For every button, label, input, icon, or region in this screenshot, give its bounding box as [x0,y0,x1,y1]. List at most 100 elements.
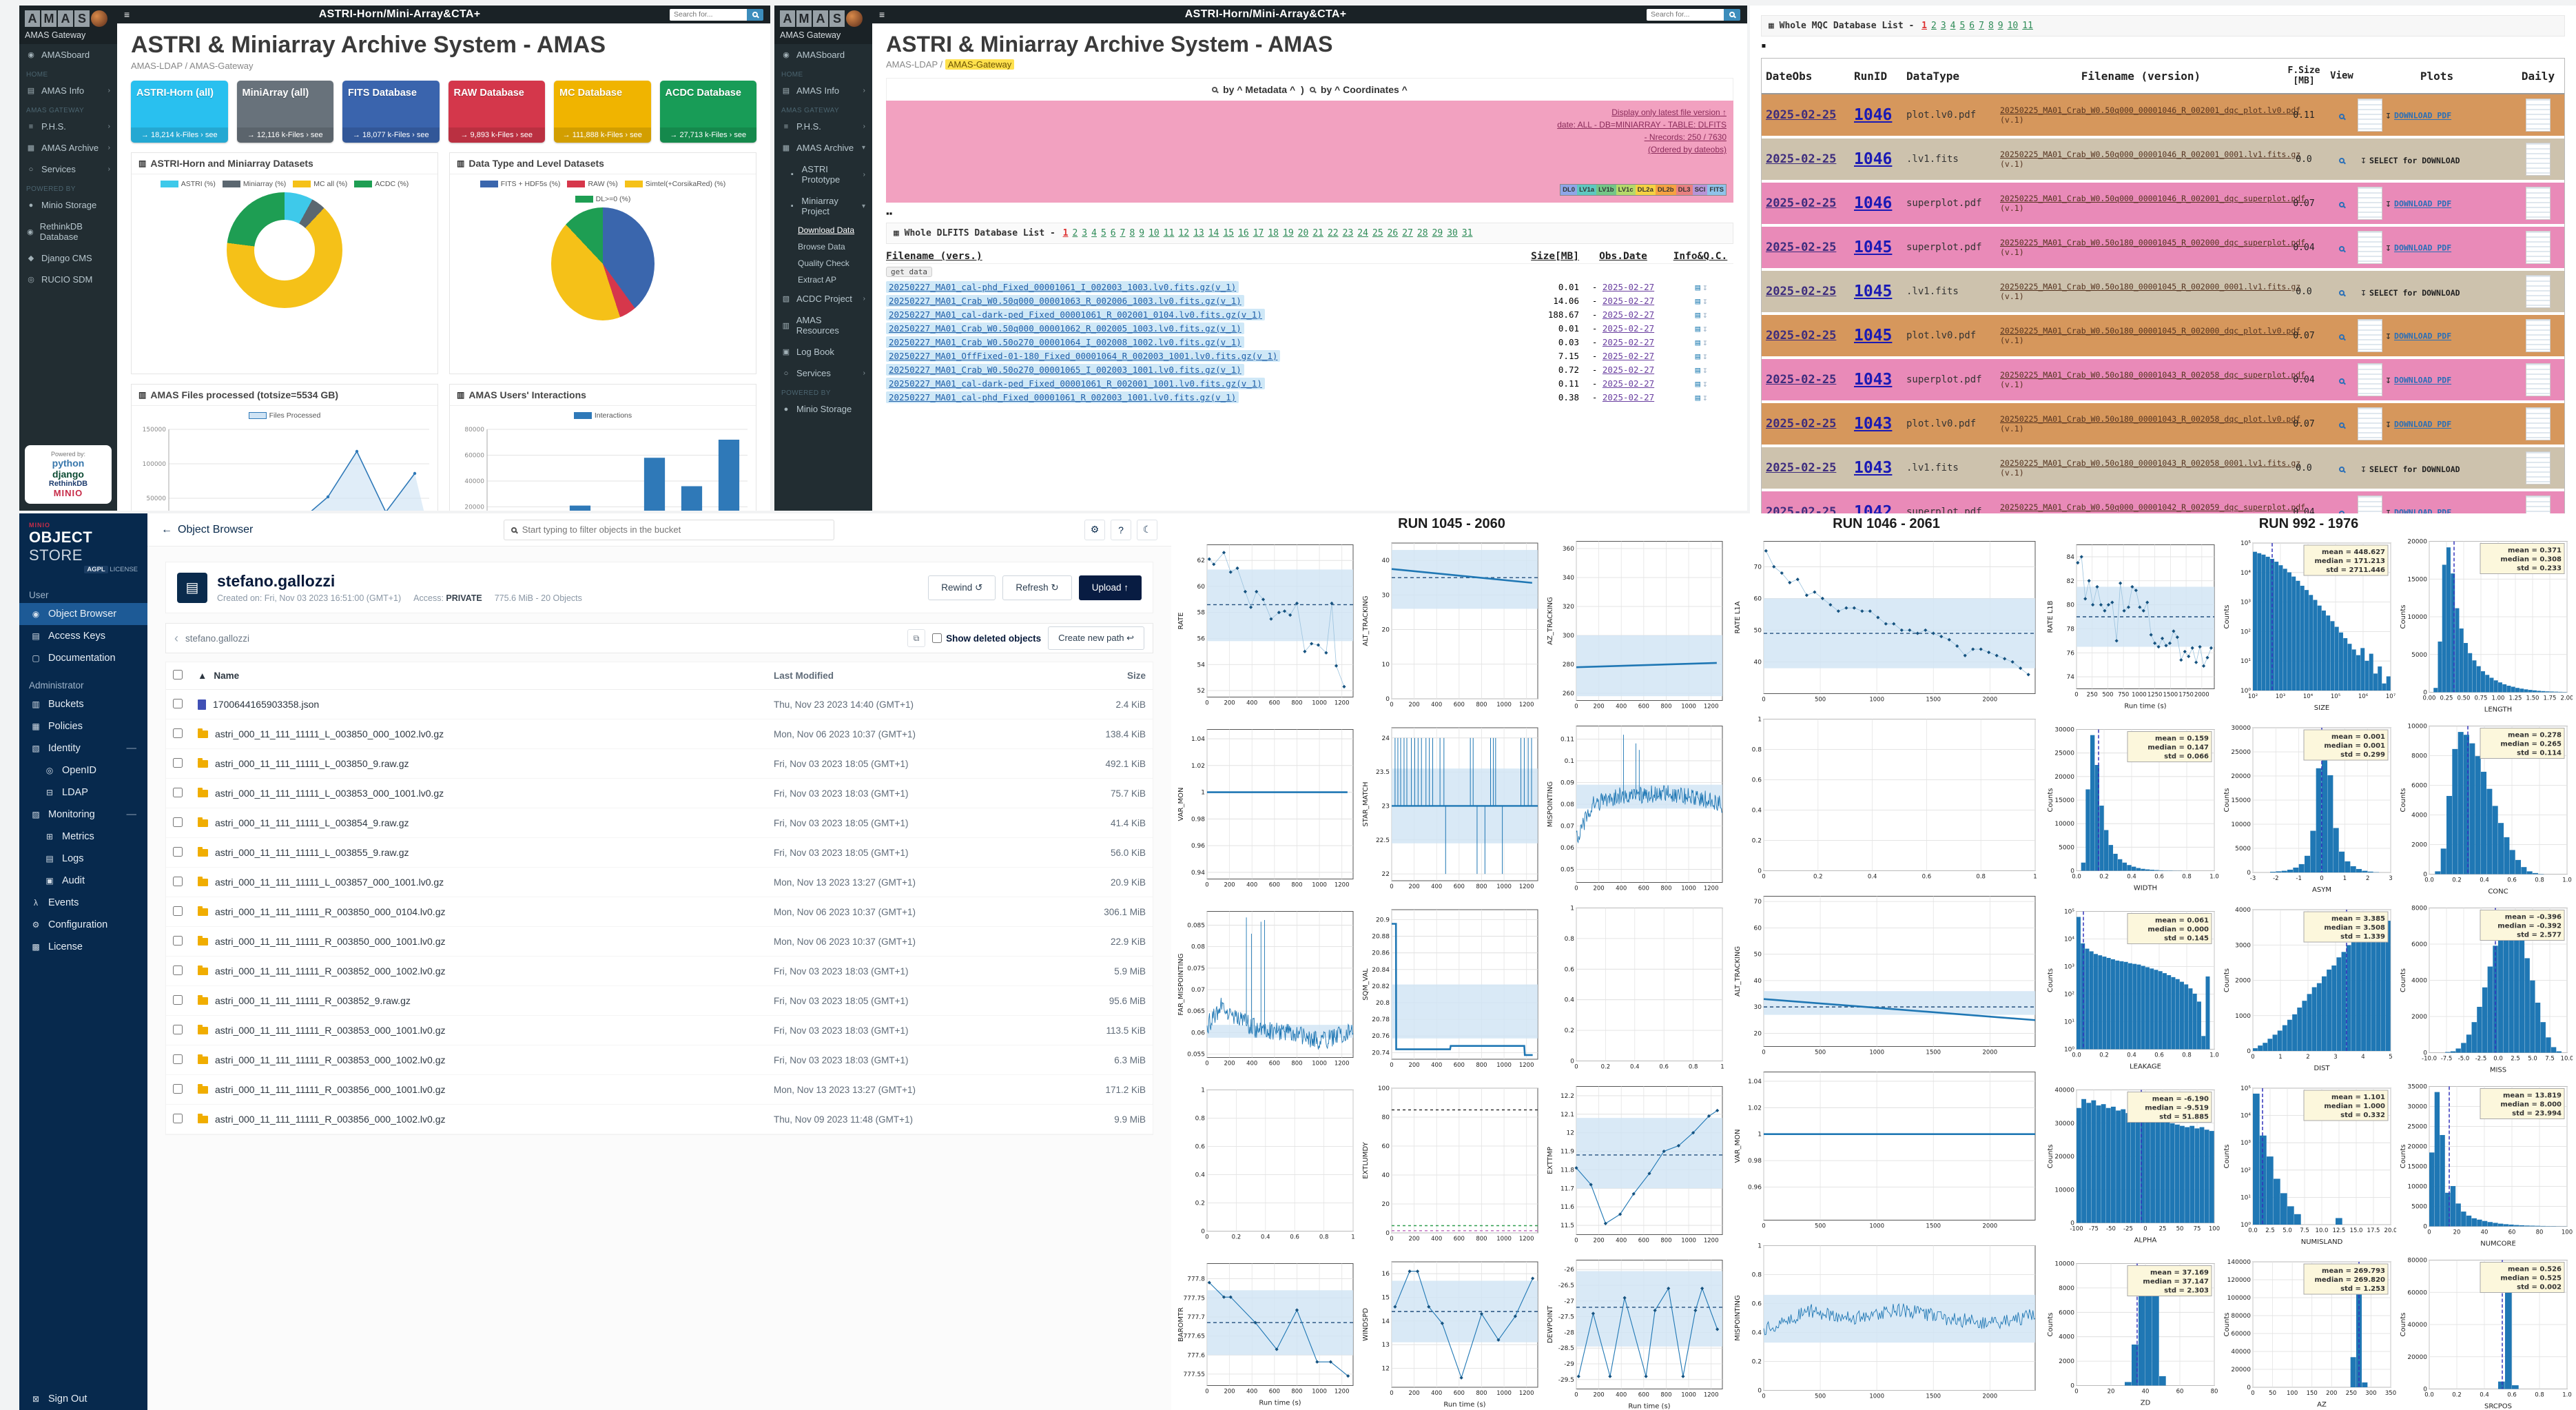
filename-link[interactable]: 20250225_MA01_Crab_W0.50q000_00001046_R_… [2000,105,2300,115]
download-icon[interactable]: ↧ [2385,109,2391,121]
view-magnifier-icon[interactable] [2339,334,2345,340]
filename-link[interactable]: 20250225_MA01_Crab_W0.50o180_00001043_R_… [2000,414,2300,424]
page-link-14[interactable]: 14 [1208,228,1219,238]
runid-link[interactable]: 1043 [1854,459,1906,477]
page-link-16[interactable]: 16 [1238,228,1249,238]
obs-date-link[interactable]: 2025-02-27 [1603,282,1654,292]
object-name[interactable]: astri_000_11_111_11111_L_003850_9.raw.gz [215,758,409,769]
sidebar-item-rucio-sdm[interactable]: ◎RUCIO SDM [19,269,117,290]
darkmode-icon-button[interactable]: ☾ [1137,520,1157,540]
rewind-button[interactable]: Rewind ↺ [928,575,996,600]
back-arrow-icon[interactable]: ← [161,524,172,536]
plot-thumbnail[interactable] [2358,231,2382,264]
navbar-search-button[interactable] [747,9,763,21]
dateobs-link[interactable]: 2025-02-25 [1766,241,1854,254]
db-button-files[interactable]: → 111,888 k-Files › see [554,127,651,143]
search-by-coordinates[interactable]: by ^ Coordinates ^ [1321,84,1408,95]
daily-thumbnail[interactable] [2526,99,2551,132]
filename-link[interactable]: 20250227_MA01_Crab_W0.50o270_00001064_I_… [886,336,1244,348]
navbar-search-input[interactable] [670,9,747,21]
select-for-download[interactable]: SELECT for DOWNLOAD [2369,156,2460,165]
object-row[interactable]: 1700644165903358.jsonThu, Nov 23 2023 14… [166,690,1153,719]
row-checkbox[interactable] [173,906,183,916]
page-link-11[interactable]: 11 [2022,21,2033,31]
object-row[interactable]: astri_000_11_111_11111_R_003850_000_0104… [166,897,1153,927]
legend-entry[interactable]: DL>=0 (%) [575,195,631,203]
object-row[interactable]: astri_000_11_111_11111_R_003850_000_1001… [166,927,1153,957]
sidebar-subitem-browse-data[interactable]: Browse Data [774,238,872,255]
obs-date-link[interactable]: 2025-02-27 [1603,351,1654,361]
legend-entry[interactable]: RAW (%) [567,180,617,188]
col-filename[interactable]: Filename (vers.) [886,251,1516,262]
breadcrumb-leaf[interactable]: AMAS-Gateway [189,61,253,71]
object-name[interactable]: astri_000_11_111_11111_R_003850_000_0104… [215,906,445,917]
col-modified[interactable]: Last Modified [774,671,1070,681]
row-checkbox[interactable] [173,847,183,857]
datalevel-badge-sci[interactable]: SCI [1693,185,1708,195]
page-link-27[interactable]: 27 [1402,228,1413,238]
row-checkbox[interactable] [173,758,183,768]
minio-item-audit[interactable]: ▣Audit [19,870,147,892]
breadcrumb-root[interactable]: AMAS-LDAP [131,61,183,71]
page-link-5[interactable]: 5 [1959,21,1965,31]
download-pdf-link[interactable]: DOWNLOAD PDF [2394,508,2451,514]
page-link-4[interactable]: 4 [1091,228,1097,238]
page-link-6[interactable]: 6 [1969,21,1975,31]
object-row[interactable]: astri_000_11_111_11111_L_003854_9.raw.gz… [166,808,1153,838]
datalevel-badge-dl2b[interactable]: DL2b [1656,185,1676,195]
object-row[interactable]: astri_000_11_111_11111_L_003853_000_1001… [166,779,1153,808]
dateobs-link[interactable]: 2025-02-25 [1766,108,1854,122]
minio-item-policies[interactable]: ▦Policies [19,715,147,737]
object-name[interactable]: astri_000_11_111_11111_L_003854_9.raw.gz [215,817,409,828]
datalevel-badge-lv1b[interactable]: LV1b [1596,185,1616,195]
download-pdf-link[interactable]: DOWNLOAD PDF [2394,243,2451,253]
datalevel-badge-dl0[interactable]: DL0 [1560,185,1577,195]
sign-out-button[interactable]: ⊠Sign Out [19,1388,147,1410]
obs-date-link[interactable]: 2025-02-27 [1603,365,1654,375]
sidebar-item-amas-archive[interactable]: ▦AMAS Archive▾ [774,137,872,159]
sidebar-item-minio-storage[interactable]: ●Minio Storage [774,398,872,420]
settings-icon-button[interactable]: ⚙ [1084,520,1105,540]
info-icon[interactable]: ▤ [1695,378,1700,389]
dateobs-link[interactable]: 2025-02-25 [1766,417,1854,431]
db-button-files[interactable]: → 18,214 k-Files › see [131,127,228,143]
page-link-9[interactable]: 9 [1139,228,1144,238]
page-link-31[interactable]: 31 [1462,228,1473,238]
breadcrumb-root[interactable]: AMAS-LDAP [886,59,938,70]
row-checkbox[interactable] [173,817,183,827]
page-link-3[interactable]: 3 [1941,21,1946,31]
sidebar-item-log-book[interactable]: ▣Log Book [774,341,872,362]
view-magnifier-icon[interactable] [2339,246,2345,252]
page-link-17[interactable]: 17 [1253,228,1264,238]
obs-date-link[interactable]: 2025-02-27 [1603,296,1654,306]
minio-item-identity[interactable]: ▧Identity— [19,737,147,759]
sidebar-subitem-quality-check[interactable]: Quality Check [774,255,872,272]
page-link-8[interactable]: 8 [1988,21,1994,31]
sidebar-item-miniarray-project[interactable]: ▪Miniarray Project▾ [774,190,872,222]
page-link-22[interactable]: 22 [1328,228,1339,238]
page-link-12[interactable]: 12 [1178,228,1189,238]
page-link-7[interactable]: 7 [1120,228,1126,238]
download-pdf-link[interactable]: DOWNLOAD PDF [2394,199,2451,209]
daily-thumbnail[interactable] [2526,319,2551,352]
query-option-link[interactable]: date: ALL - DB=MINIARRAY - TABLE: DLFITS [1557,119,1727,131]
plot-thumbnail[interactable] [2358,319,2382,352]
page-link-30[interactable]: 30 [1447,228,1458,238]
legend-entry[interactable]: MC all (%) [293,180,347,188]
download-icon[interactable]: ↧ [1702,337,1708,347]
path-back-icon[interactable]: ‹ [174,631,178,646]
minio-item-access-keys[interactable]: ▤Access Keys [19,625,147,647]
legend-entry[interactable]: ASTRI (%) [161,180,216,188]
filename-link[interactable]: 20250225_MA01_Crab_W0.50o180_00001045_R_… [2000,326,2300,336]
daily-thumbnail[interactable] [2526,495,2551,513]
search-by-metadata[interactable]: by ^ Metadata ^ [1223,84,1295,95]
page-link-26[interactable]: 26 [1388,228,1399,238]
daily-thumbnail[interactable] [2526,187,2551,220]
page-link-1[interactable]: 1 [1063,228,1069,238]
refresh-button[interactable]: Refresh ↻ [1002,575,1071,600]
object-row[interactable]: astri_000_11_111_11111_L_003850_000_1002… [166,719,1153,749]
object-name[interactable]: astri_000_11_111_11111_L_003850_000_1002… [215,728,444,739]
legend-entry[interactable]: Simtel(+CorsikaRed) (%) [625,180,725,188]
dateobs-link[interactable]: 2025-02-25 [1766,152,1854,166]
runid-link[interactable]: 1046 [1854,194,1906,212]
